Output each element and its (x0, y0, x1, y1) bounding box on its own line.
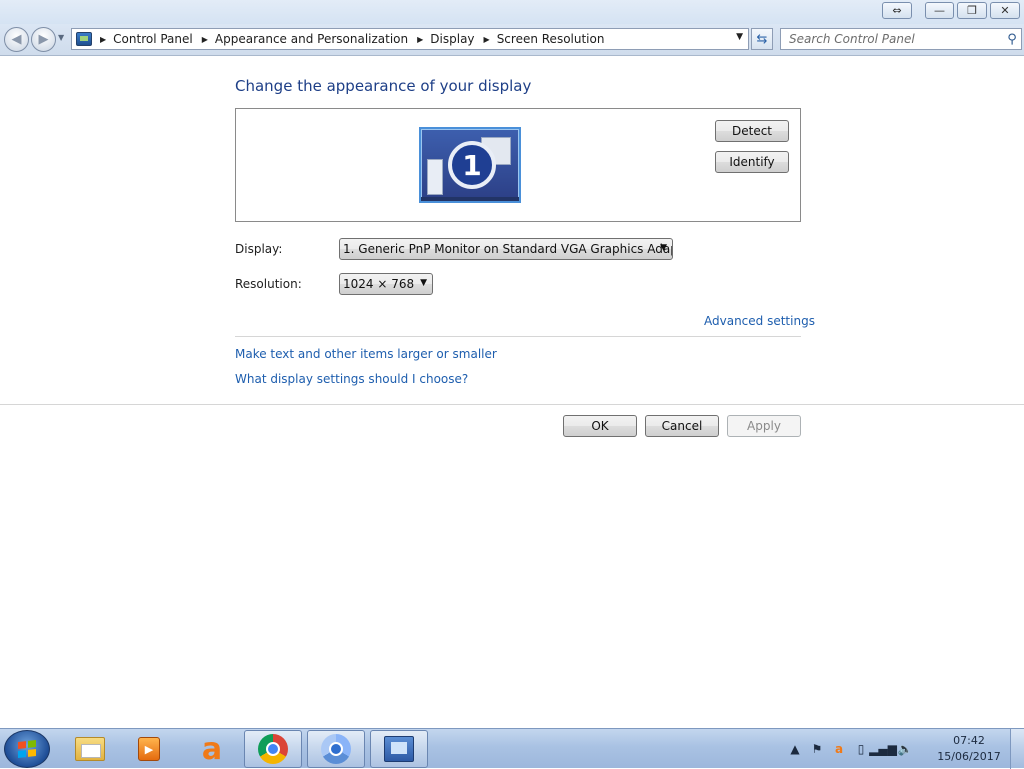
navigation-bar: ◀ ▶ ▼ ▶ Control Panel ▶ Appearance and P… (0, 24, 1024, 56)
chevron-right-icon[interactable]: ▶ (100, 35, 106, 44)
advanced-settings-link[interactable]: Advanced settings (704, 314, 815, 328)
screen-resolution-window: ⇔ — ❐ ✕ ◀ ▶ ▼ ▶ Control Panel ▶ Appearan… (0, 0, 1024, 728)
taskbar-control-panel[interactable] (370, 730, 428, 768)
show-hidden-icons-icon[interactable]: ▲ (786, 740, 804, 758)
divider (235, 336, 801, 337)
notification-area: ▲ ⚑ a ▯ ▂▄▆ 🔈 (784, 730, 916, 768)
identify-button[interactable]: Identify (715, 151, 789, 173)
taskbar-chromium[interactable] (307, 730, 365, 768)
taskbar-google-chrome[interactable] (244, 730, 302, 768)
breadcrumb-appearance[interactable]: Appearance and Personalization (215, 32, 408, 46)
search-icon[interactable]: ⚲ (1003, 32, 1021, 47)
recent-pages-dropdown-icon[interactable]: ▼ (58, 33, 64, 42)
chevron-right-icon[interactable]: ▶ (202, 35, 208, 44)
chevron-right-icon[interactable]: ▶ (417, 35, 423, 44)
chevron-right-icon[interactable]: ▶ (484, 35, 490, 44)
chrome-icon (258, 734, 288, 764)
control-panel-icon (76, 32, 92, 46)
maximize-button[interactable]: ❐ (957, 2, 987, 19)
taskbar-media-player[interactable]: ▶ (120, 730, 178, 768)
snap-button[interactable]: ⇔ (882, 2, 912, 19)
apply-button[interactable]: Apply (727, 415, 801, 437)
avast-icon: a (201, 731, 223, 767)
clock-date: 15/06/2017 (937, 750, 1001, 763)
action-center-flag-icon[interactable]: ⚑ (808, 740, 826, 758)
network-icon[interactable]: ▂▄▆ (869, 740, 897, 758)
chevron-down-icon: ▼ (420, 278, 427, 288)
page-title: Change the appearance of your display (235, 77, 532, 95)
monitor-1-icon[interactable]: 1 (419, 127, 521, 203)
arrow-left-icon: ◀ (11, 32, 22, 47)
media-player-icon: ▶ (138, 737, 160, 761)
display-select[interactable]: 1. Generic PnP Monitor on Standard VGA G… (339, 238, 673, 260)
address-bar[interactable]: ▶ Control Panel ▶ Appearance and Persona… (71, 28, 749, 50)
display-settings-help-link[interactable]: What display settings should I choose? (235, 372, 468, 386)
arrow-right-icon: ▶ (38, 32, 49, 47)
detect-button[interactable]: Detect (715, 120, 789, 142)
breadcrumb-display[interactable]: Display (430, 32, 474, 46)
taskbar: ▶ a ▲ ⚑ a ▯ ▂▄▆ 🔈 07:42 15/06/2017 (0, 728, 1024, 769)
resolution-select-value: 1024 × 768 (343, 277, 415, 291)
resolution-label: Resolution: (235, 277, 302, 291)
folder-icon (75, 737, 105, 761)
display-select-value: 1. Generic PnP Monitor on Standard VGA G… (343, 242, 673, 256)
taskbar-avast[interactable]: a (183, 730, 241, 768)
minimize-button[interactable]: — (925, 2, 954, 19)
chromium-icon (321, 734, 351, 764)
breadcrumb-control-panel[interactable]: Control Panel (113, 32, 193, 46)
refresh-icon: ⇆ (756, 31, 768, 47)
clock-time: 07:42 (953, 734, 985, 747)
display-preview-panel: 1 Detect Identify (235, 108, 801, 222)
display-label: Display: (235, 242, 283, 256)
chevron-down-icon[interactable]: ▼ (736, 32, 743, 42)
monitor-number: 1 (448, 141, 496, 189)
forward-button[interactable]: ▶ (31, 27, 56, 52)
windows-logo-icon (18, 740, 36, 758)
back-button[interactable]: ◀ (4, 27, 29, 52)
resolution-select[interactable]: 1024 × 768 ▼ (339, 273, 433, 295)
close-button[interactable]: ✕ (990, 2, 1020, 19)
display-settings-icon (384, 736, 414, 762)
start-button[interactable] (4, 730, 50, 768)
clock[interactable]: 07:42 15/06/2017 (932, 733, 1006, 765)
search-input[interactable] (781, 32, 1003, 46)
ok-button[interactable]: OK (563, 415, 637, 437)
volume-icon[interactable]: 🔈 (896, 740, 914, 758)
show-desktop-button[interactable] (1010, 729, 1024, 769)
divider (0, 404, 1024, 405)
text-size-link[interactable]: Make text and other items larger or smal… (235, 347, 497, 361)
breadcrumb-screen-resolution[interactable]: Screen Resolution (497, 32, 605, 46)
refresh-button[interactable]: ⇆ (751, 28, 773, 50)
cancel-button[interactable]: Cancel (645, 415, 719, 437)
avast-tray-icon[interactable]: a (830, 740, 848, 758)
title-bar: ⇔ — ❐ ✕ (0, 0, 1024, 24)
chevron-down-icon: ▼ (660, 243, 667, 253)
battery-icon[interactable]: ▯ (852, 740, 870, 758)
taskbar-windows-explorer[interactable] (61, 730, 119, 768)
search-box[interactable]: ⚲ (780, 28, 1022, 50)
